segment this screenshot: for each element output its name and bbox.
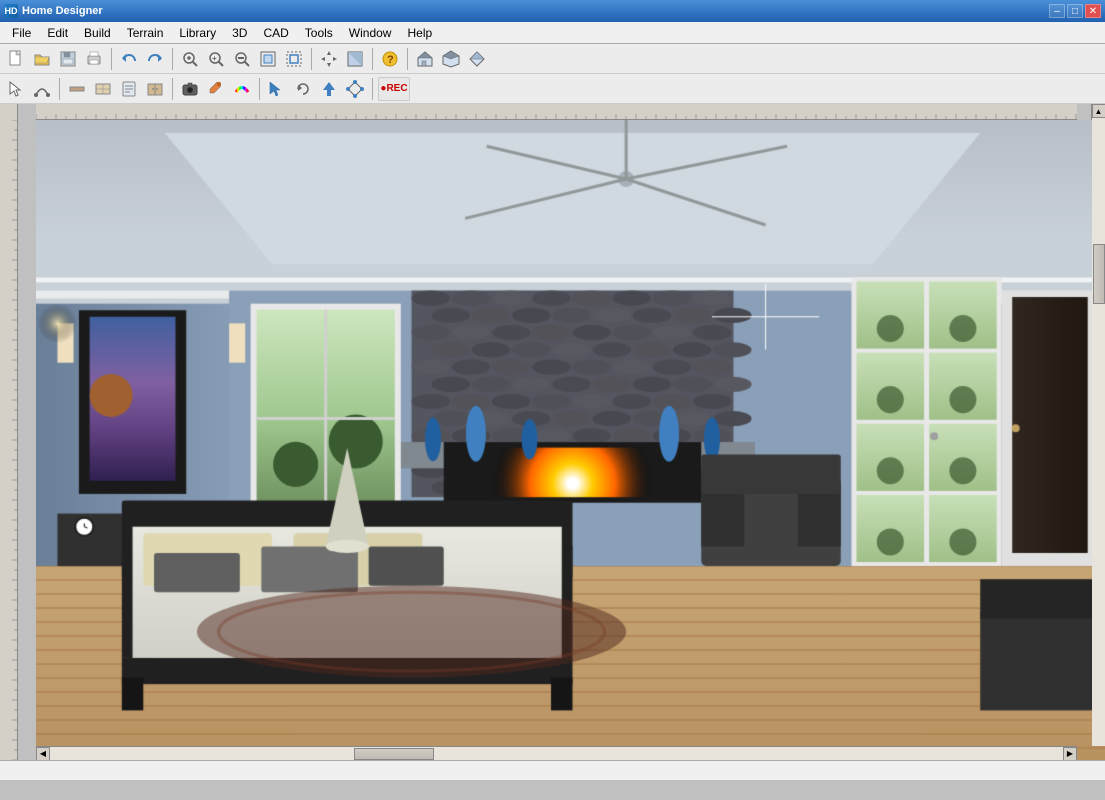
transform-btn[interactable] bbox=[343, 77, 367, 101]
fill-view-btn[interactable] bbox=[343, 47, 367, 71]
house1-btn[interactable] bbox=[413, 47, 437, 71]
menu-3d[interactable]: 3D bbox=[224, 24, 255, 42]
zoom-in-btn[interactable]: + bbox=[204, 47, 228, 71]
menu-edit[interactable]: Edit bbox=[39, 24, 76, 42]
v-scroll-track[interactable] bbox=[1092, 118, 1105, 746]
sep3 bbox=[311, 48, 312, 70]
wall-tool-btn[interactable] bbox=[65, 77, 89, 101]
print-btn[interactable] bbox=[82, 47, 106, 71]
house2-btn[interactable] bbox=[439, 47, 463, 71]
catalog-btn[interactable] bbox=[117, 77, 141, 101]
app-icon: HD bbox=[4, 4, 18, 18]
zoom-out-btn[interactable] bbox=[230, 47, 254, 71]
sep2 bbox=[172, 48, 173, 70]
new-btn[interactable] bbox=[4, 47, 28, 71]
sep1 bbox=[111, 48, 112, 70]
cabinet-btn[interactable] bbox=[143, 77, 167, 101]
menu-terrain[interactable]: Terrain bbox=[119, 24, 172, 42]
scroll-left-btn[interactable]: ◀ bbox=[36, 747, 50, 761]
status-bar bbox=[0, 760, 1105, 780]
paint-btn[interactable] bbox=[204, 77, 228, 101]
save-btn[interactable] bbox=[56, 47, 80, 71]
sep7 bbox=[172, 78, 173, 100]
3d-viewport[interactable] bbox=[36, 120, 1105, 760]
top-ruler bbox=[36, 104, 1077, 120]
main-area: ◀ ▶ ▲ ▼ bbox=[0, 104, 1105, 780]
v-scroll-thumb[interactable] bbox=[1093, 244, 1105, 304]
menu-help[interactable]: Help bbox=[399, 24, 440, 42]
rec-label: ●REC bbox=[380, 83, 407, 94]
title-bar: HD Home Designer – □ ✕ bbox=[0, 0, 1105, 22]
up-arrow-btn[interactable] bbox=[317, 77, 341, 101]
right-scrollbar: ▲ ▼ bbox=[1091, 104, 1105, 760]
svg-text:+: + bbox=[212, 54, 217, 63]
arrows-pan-btn[interactable] bbox=[317, 47, 341, 71]
close-btn[interactable]: ✕ bbox=[1085, 4, 1101, 18]
h-scroll-track[interactable] bbox=[50, 747, 1063, 761]
left-ruler bbox=[0, 104, 18, 760]
house3-btn[interactable] bbox=[465, 47, 489, 71]
app-title: Home Designer bbox=[22, 5, 103, 17]
menu-file[interactable]: File bbox=[4, 24, 39, 42]
zoom-box-btn[interactable] bbox=[282, 47, 306, 71]
toolbar1: + ? bbox=[0, 44, 1105, 74]
help-btn[interactable]: ? bbox=[378, 47, 402, 71]
redo-btn[interactable] bbox=[143, 47, 167, 71]
menu-build[interactable]: Build bbox=[76, 24, 119, 42]
sep8 bbox=[259, 78, 260, 100]
menu-library[interactable]: Library bbox=[171, 24, 224, 42]
title-left: HD Home Designer bbox=[4, 4, 103, 18]
render-btn[interactable] bbox=[178, 77, 202, 101]
curve-tool-btn[interactable] bbox=[30, 77, 54, 101]
toolbar2: ●REC bbox=[0, 74, 1105, 104]
sep6 bbox=[59, 78, 60, 100]
minimize-btn[interactable]: – bbox=[1049, 4, 1065, 18]
bottom-scrollbar: ◀ ▶ bbox=[36, 746, 1077, 760]
maximize-btn[interactable]: □ bbox=[1067, 4, 1083, 18]
menu-bar: File Edit Build Terrain Library 3D CAD T… bbox=[0, 22, 1105, 44]
select-tool-btn[interactable] bbox=[4, 77, 28, 101]
floor-tool-btn[interactable] bbox=[91, 77, 115, 101]
material-btn[interactable] bbox=[230, 77, 254, 101]
menu-cad[interactable]: CAD bbox=[255, 24, 296, 42]
undo-btn[interactable] bbox=[117, 47, 141, 71]
pointer2-btn[interactable] bbox=[265, 77, 289, 101]
rotate-btn[interactable] bbox=[291, 77, 315, 101]
rec-btn[interactable]: ●REC bbox=[378, 77, 410, 101]
scroll-right-btn[interactable]: ▶ bbox=[1063, 747, 1077, 761]
menu-tools[interactable]: Tools bbox=[297, 24, 341, 42]
sep4 bbox=[372, 48, 373, 70]
sep5 bbox=[407, 48, 408, 70]
menu-window[interactable]: Window bbox=[341, 24, 400, 42]
zoom-magnify-btn[interactable] bbox=[178, 47, 202, 71]
zoom-fit-btn[interactable] bbox=[256, 47, 280, 71]
h-scroll-thumb[interactable] bbox=[354, 748, 434, 760]
open-btn[interactable] bbox=[30, 47, 54, 71]
scene-canvas[interactable] bbox=[36, 120, 1105, 760]
scroll-up-btn[interactable]: ▲ bbox=[1092, 104, 1105, 118]
svg-text:?: ? bbox=[387, 54, 394, 66]
title-controls: – □ ✕ bbox=[1049, 4, 1101, 18]
sep9 bbox=[372, 78, 373, 100]
